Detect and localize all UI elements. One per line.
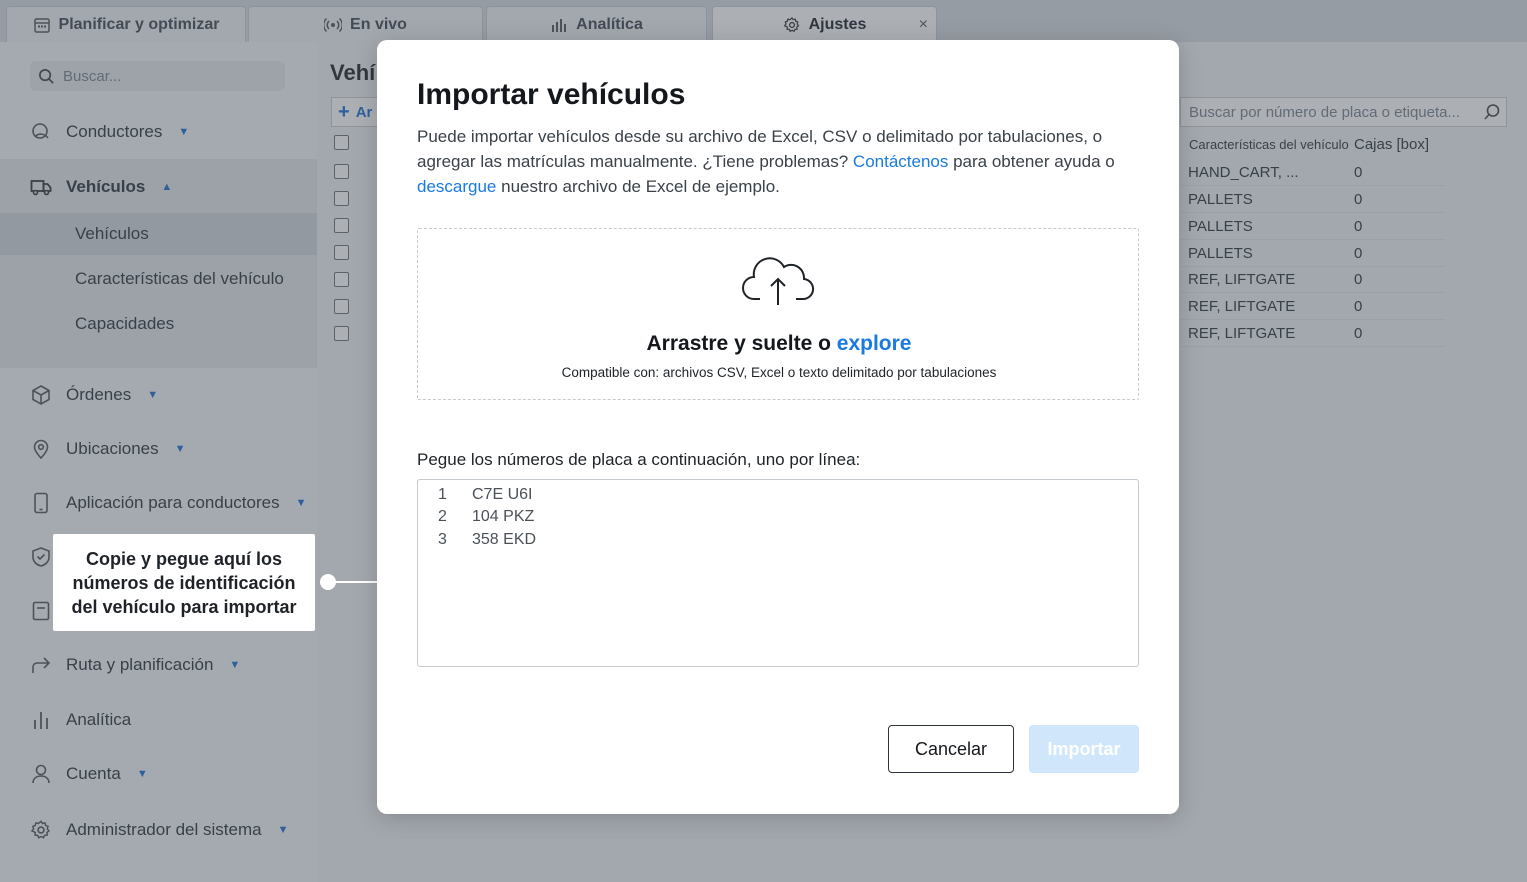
contact-link[interactable]: Contáctenos <box>853 152 948 171</box>
dropzone-title: Arrastre y suelte o explore <box>418 332 1140 356</box>
desc-text: para obtener ayuda o <box>948 152 1115 171</box>
modal-description: Puede importar vehículos desde su archiv… <box>417 124 1117 199</box>
plate-value: 358 EKD <box>472 531 537 548</box>
desc-text: nuestro archivo de Excel de ejemplo. <box>496 177 780 196</box>
plates-textarea[interactable]: 1 C7E U6I 2 104 PKZ 3 358 EKD <box>417 479 1139 667</box>
browse-link[interactable]: explore <box>837 332 912 355</box>
callout-dot <box>320 574 336 590</box>
paste-label: Pegue los números de placa a continuació… <box>417 450 861 469</box>
dropzone-subtitle: Compatible con: archivos CSV, Excel o te… <box>561 365 997 380</box>
download-link[interactable]: descargue <box>417 177 496 196</box>
line-number: 1 <box>438 486 447 503</box>
plate-line: 1 C7E U6I <box>438 484 532 506</box>
dropzone-text: Arrastre y suelte o <box>646 332 837 355</box>
cloud-upload-icon <box>742 257 814 305</box>
line-number: 2 <box>438 508 447 525</box>
import-vehicles-modal: Importar vehículos Puede importar vehícu… <box>377 40 1179 814</box>
plate-line: 3 358 EKD <box>438 529 536 551</box>
file-dropzone[interactable]: Arrastre y suelte o explore Compatible c… <box>417 228 1139 400</box>
cancel-button[interactable]: Cancelar <box>888 725 1014 773</box>
tooltip-callout: Copie y pegue aquí los números de identi… <box>53 534 315 631</box>
import-button[interactable]: Importar <box>1029 725 1139 773</box>
modal-title: Importar vehículos <box>417 78 686 111</box>
plate-value: 104 PKZ <box>472 508 535 525</box>
plate-line: 2 104 PKZ <box>438 506 534 528</box>
plate-value: C7E U6I <box>472 486 533 503</box>
line-number: 3 <box>438 531 447 548</box>
